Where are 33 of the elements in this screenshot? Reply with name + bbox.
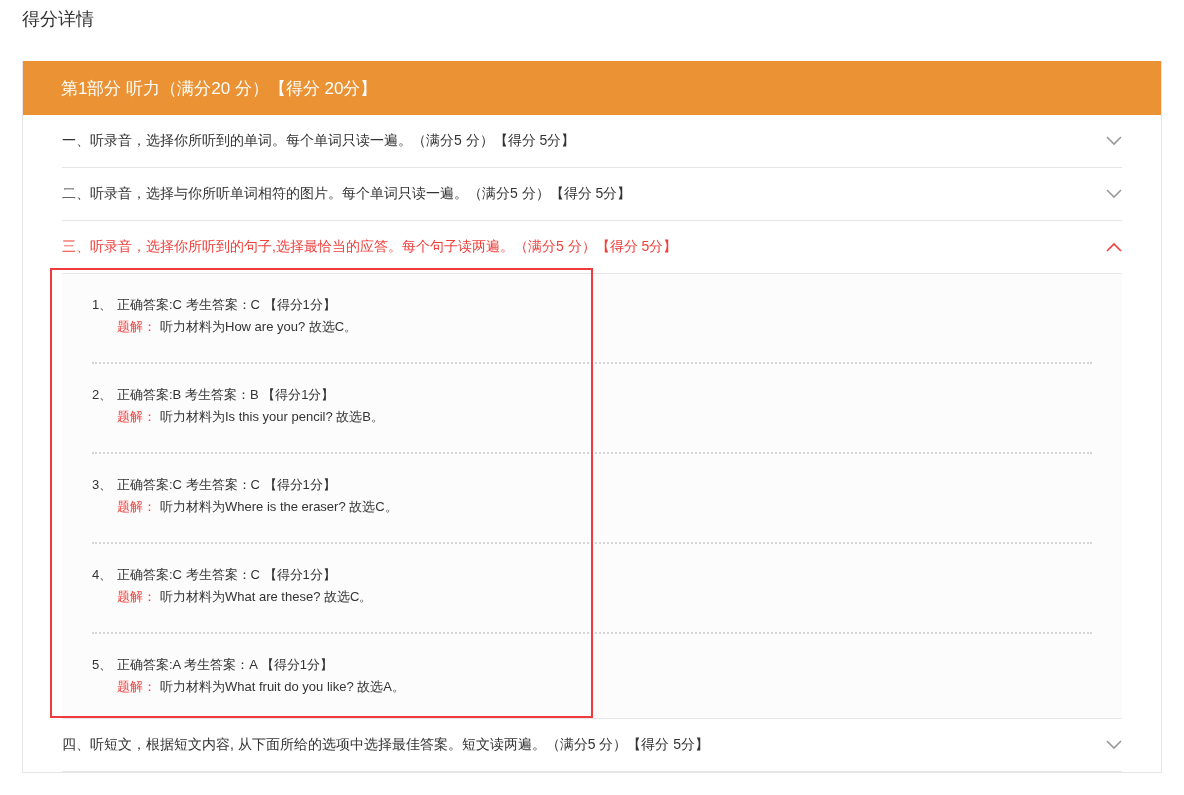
page-title: 得分详情: [22, 8, 95, 31]
answer-result: 正确答案:A 考生答案：A 【得分1分】: [117, 656, 333, 674]
chevron-up-icon: [1106, 242, 1122, 252]
answer-result: 正确答案:B 考生答案：B 【得分1分】: [117, 386, 335, 404]
section-header[interactable]: 一、听录音，选择你所听到的单词。每个单词只读一遍。（满分5 分）【得分 5分】: [62, 115, 1122, 168]
answer-result: 正确答案:C 考生答案：C 【得分1分】: [117, 566, 336, 584]
item-number: 1、: [92, 296, 114, 314]
section-title: 三、听录音，选择你所听到的句子,选择最恰当的应答。每个句子读两遍。（满分5 分）【得分 5分】: [62, 238, 678, 256]
section-title: 二、听录音，选择与你所听单词相符的图片。每个单词只读一遍。（满分5 分）【得分 5分】: [62, 185, 632, 203]
answer-result: 正确答案:C 考生答案：C 【得分1分】: [117, 476, 336, 494]
chevron-down-icon: [1106, 740, 1122, 750]
section-header[interactable]: 四、听短文，根据短文内容, 从下面所给的选项中选择最佳答案。短文读两遍。（满分5 分）【得分 5分】: [62, 719, 1122, 772]
explanation-label: 题解：: [117, 498, 156, 516]
explanation-label: 题解：: [117, 588, 156, 606]
explanation-text: 听力材料为Where is the eraser? 故选C。: [160, 498, 398, 516]
explanation-text: 听力材料为Is this your pencil? 故选B。: [160, 408, 384, 426]
item-number: 5、: [92, 656, 114, 674]
explanation-label: 题解：: [117, 408, 156, 426]
explanation-label: 题解：: [117, 678, 156, 696]
explanation-text: 听力材料为What fruit do you like? 故选A。: [160, 678, 405, 696]
chevron-down-icon: [1106, 136, 1122, 146]
answer-result: 正确答案:C 考生答案：C 【得分1分】: [117, 296, 336, 314]
item-number: 2、: [92, 386, 114, 404]
chevron-down-icon: [1106, 189, 1122, 199]
section-title: 四、听短文，根据短文内容, 从下面所给的选项中选择最佳答案。短文读两遍。（满分5 分）【得分 5分】: [62, 736, 710, 754]
section-header[interactable]: 二、听录音，选择与你所听单词相符的图片。每个单词只读一遍。（满分5 分）【得分 5分】: [62, 168, 1122, 221]
item-number: 3、: [92, 476, 114, 494]
section-title: 一、听录音，选择你所听到的单词。每个单词只读一遍。（满分5 分）【得分 5分】: [62, 132, 576, 150]
item-number: 4、: [92, 566, 114, 584]
explanation-label: 题解：: [117, 318, 156, 336]
explanation-text: 听力材料为What are these? 故选C。: [160, 588, 373, 606]
explanation-text: 听力材料为How are you? 故选C。: [160, 318, 358, 336]
part-header: 第1部分 听力（满分20 分）【得分 20分】: [23, 61, 1161, 115]
